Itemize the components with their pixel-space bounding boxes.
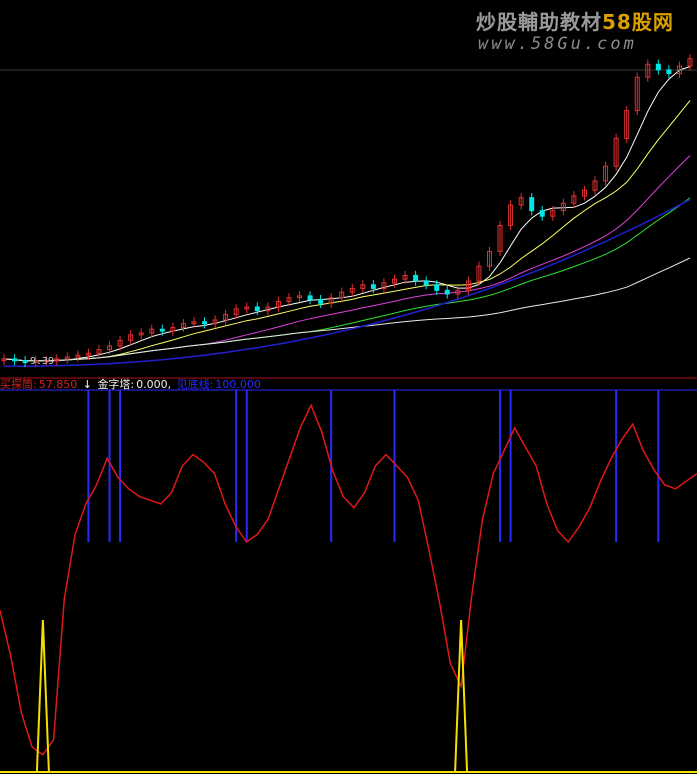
candle-body [370,284,376,289]
candle-body [318,299,324,304]
ma30-line [3,197,691,362]
ma10-line [3,100,691,362]
legend-bottom-value: 100.000 [215,378,261,391]
watermark-title: 炒股輔助教材58股网 [476,10,674,34]
candle-body [539,210,545,217]
candle-body [254,306,260,312]
legend-arrow: ↓ [82,378,92,391]
candle-body [655,63,661,71]
candle-body [159,328,165,332]
ma60-line [3,257,691,362]
watermark-url: www.58Gu.com [478,34,637,54]
buy-indicator-line [0,403,697,756]
pyramid-signal [454,619,469,773]
candle-body [444,289,450,295]
candle-body [413,275,419,282]
legend-pyramid-value: 0.000, [136,378,172,391]
candle-body [666,69,672,75]
pyramid-signal [35,619,50,773]
legend-buy-label: 买探筒: [0,378,37,391]
candle-body [202,321,208,325]
candle-body [22,360,28,364]
candle-body [434,284,440,291]
ma5-line [3,66,691,362]
candle-body [12,358,18,362]
candle-body [423,280,429,286]
price-low-label: 9.39 [30,356,55,367]
candle-body [529,197,535,212]
ma120-line [4,198,691,368]
legend-buy-value: 57.850 [38,378,78,391]
legend-pyramid-label: 金字塔: [97,378,135,391]
indicator-legend: 买探筒: 57.850 ↓ 金字塔: 0.000, 见底线: 100.000 [0,376,263,391]
legend-bottom-label: 见底线: [176,378,214,391]
candle-body [307,295,313,301]
